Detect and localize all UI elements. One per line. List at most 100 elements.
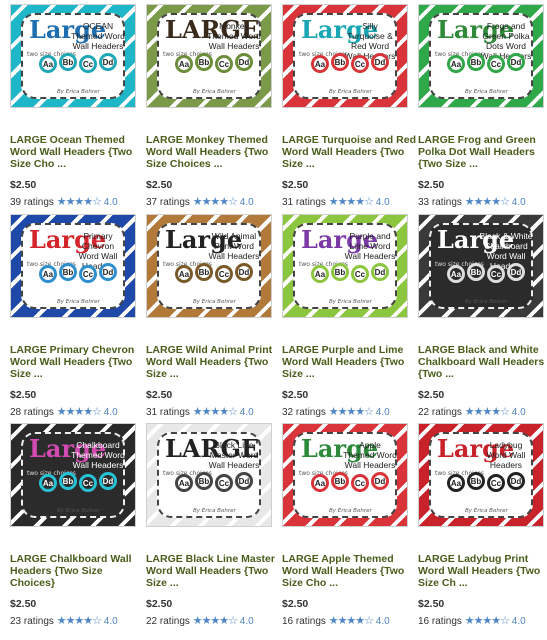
product-title-link[interactable]: LARGE Monkey Themed Word Wall Headers {T… — [146, 134, 280, 170]
letter-circle-dd: Dd — [371, 53, 389, 71]
product-ratings: 22 ratings ★★★★☆ 4.0 — [418, 405, 526, 418]
product-ratings: 31 ratings ★★★★☆ 4.0 — [282, 195, 390, 208]
thumbnail-author: By Erica Bohrer — [193, 299, 236, 305]
letter-circle-cc: Cc — [351, 265, 369, 283]
product-thumbnail[interactable]: Large Black & White Chalkboard Word Wall… — [418, 214, 544, 318]
product-card[interactable]: Large Frogs and Green Polka Dots Word Wa… — [418, 4, 544, 208]
letter-circle-dd: Dd — [99, 263, 117, 281]
product-price: $2.50 — [418, 598, 445, 610]
rating-score: 4.0 — [239, 197, 254, 208]
thumbnail-subtitle: Silly Turquoise & Red Word Wall Headers — [344, 21, 396, 61]
product-card[interactable]: Large Primary Chevron Word Wall Headers … — [10, 214, 136, 418]
product-thumbnail[interactable]: Large Ladybug Word Wall Headers two size… — [418, 423, 544, 527]
letter-circle-bb: Bb — [195, 472, 213, 490]
product-title-link[interactable]: LARGE Chalkboard Wall Headers {Two Size … — [10, 553, 144, 589]
product-price: $2.50 — [418, 179, 445, 191]
letter-circle-dd: Dd — [99, 472, 117, 490]
product-price: $2.50 — [10, 179, 37, 191]
product-card[interactable]: Large Apple Themed Word Wall Headers two… — [282, 423, 408, 627]
product-thumbnail[interactable]: LARGE Monkey Themed Word Wall Headers tw… — [146, 4, 272, 108]
product-price: $2.50 — [10, 389, 37, 401]
star-rating-icon: ★★★★☆ — [464, 406, 510, 418]
product-thumbnail[interactable]: Large Frogs and Green Polka Dots Word Wa… — [418, 4, 544, 108]
letter-circle-bb: Bb — [467, 263, 485, 281]
product-thumbnail[interactable]: Large Primary Chevron Word Wall Headers … — [10, 214, 136, 318]
thumbnail-label-card: Large Chalkboard Themed Word Wall Header… — [21, 432, 125, 518]
letter-circle-cc: Cc — [79, 265, 97, 283]
letter-circle-aa: Aa — [39, 474, 57, 492]
product-ratings: 32 ratings ★★★★☆ 4.0 — [282, 405, 390, 418]
product-title-link[interactable]: LARGE Primary Chevron Word Wall Headers … — [10, 344, 144, 380]
product-ratings: 28 ratings ★★★★☆ 4.0 — [10, 405, 118, 418]
product-title-link[interactable]: LARGE Wild Animal Print Word Wall Header… — [146, 344, 280, 380]
letter-circle-dd: Dd — [235, 53, 253, 71]
product-card[interactable]: Large OCEAN Themed Word Wall Headers two… — [10, 4, 136, 208]
letter-circle-bb: Bb — [195, 263, 213, 281]
letter-circle-aa: Aa — [447, 474, 465, 492]
letter-circle-dd: Dd — [371, 472, 389, 490]
product-card[interactable]: LARGE Monkey Themed Word Wall Headers tw… — [146, 4, 272, 208]
product-title-link[interactable]: LARGE Ocean Themed Word Wall Headers {Tw… — [10, 134, 144, 170]
product-card[interactable]: Large Chalkboard Themed Word Wall Header… — [10, 423, 136, 627]
thumbnail-author: By Erica Bohrer — [193, 508, 236, 514]
product-thumbnail[interactable]: LARGE Black Line Master Word Wall Header… — [146, 423, 272, 527]
product-price: $2.50 — [418, 389, 445, 401]
product-thumbnail[interactable]: Large OCEAN Themed Word Wall Headers two… — [10, 4, 136, 108]
thumbnail-label-card: Large Wild Animal Print Word Wall Header… — [157, 223, 261, 309]
letter-circle-aa: Aa — [311, 265, 329, 283]
thumbnail-subtitle: Black Line Master Word Wall Headers — [208, 440, 260, 470]
rating-score: 4.0 — [375, 407, 390, 418]
product-title-link[interactable]: LARGE Frog and Green Polka Dot Wall Head… — [418, 134, 547, 170]
product-title-link[interactable]: LARGE Turquoise and Red Word Wall Header… — [282, 134, 416, 170]
letter-circle-dd: Dd — [235, 472, 253, 490]
thumbnail-author: By Erica Bohrer — [465, 299, 508, 305]
product-title-link[interactable]: LARGE Apple Themed Word Wall Headers {Tw… — [282, 553, 416, 589]
thumbnail-subtitle: Apple Themed Word Wall Headers — [343, 440, 397, 470]
letter-circle-cc: Cc — [487, 474, 505, 492]
product-title-link[interactable]: LARGE Black Line Master Word Wall Header… — [146, 553, 280, 589]
ratings-count: 28 ratings — [10, 407, 54, 418]
product-card[interactable]: LARGE Black Line Master Word Wall Header… — [146, 423, 275, 627]
product-price: $2.50 — [146, 179, 173, 191]
letter-circle-aa: Aa — [39, 265, 57, 283]
product-thumbnail[interactable]: Large Silly Turquoise & Red Word Wall He… — [282, 4, 408, 108]
product-title-link[interactable]: LARGE Purple and Lime Word Wall Headers … — [282, 344, 416, 380]
product-title-link[interactable]: LARGE Ladybug Print Word Wall Headers {T… — [418, 553, 547, 589]
letter-circle-cc: Cc — [215, 55, 233, 73]
product-thumbnail[interactable]: Large Purple and Lime Word Wall Headers … — [282, 214, 408, 318]
product-thumbnail[interactable]: Large Wild Animal Print Word Wall Header… — [146, 214, 272, 318]
product-price: $2.50 — [146, 598, 173, 610]
rating-score: 4.0 — [239, 407, 254, 418]
letter-circle-aa: Aa — [175, 265, 193, 283]
star-rating-icon: ★★★★☆ — [56, 406, 102, 418]
product-ratings: 33 ratings ★★★★☆ 4.0 — [418, 195, 526, 208]
thumbnail-subtitle: Purple and Lime Word Wall Headers — [344, 231, 396, 261]
rating-score: 4.0 — [511, 197, 526, 208]
product-thumbnail[interactable]: Large Apple Themed Word Wall Headers two… — [282, 423, 408, 527]
thumbnail-label-card: LARGE Black Line Master Word Wall Header… — [157, 432, 261, 518]
rating-score: 4.0 — [103, 616, 118, 627]
star-rating-icon: ★★★★☆ — [192, 406, 238, 418]
star-rating-icon: ★★★★☆ — [464, 196, 510, 208]
product-card[interactable]: Large Purple and Lime Word Wall Headers … — [282, 214, 408, 418]
thumbnail-author: By Erica Bohrer — [329, 508, 372, 514]
product-card[interactable]: Large Silly Turquoise & Red Word Wall He… — [282, 4, 416, 208]
product-grid: Large OCEAN Themed Word Wall Headers two… — [0, 0, 547, 640]
thumbnail-author: By Erica Bohrer — [329, 89, 372, 95]
letter-circle-dd: Dd — [99, 53, 117, 71]
thumbnail-author: By Erica Bohrer — [329, 299, 372, 305]
product-title-link[interactable]: LARGE Black and White Chalkboard Wall He… — [418, 344, 547, 380]
letter-circle-bb: Bb — [59, 53, 77, 71]
letter-circle-aa: Aa — [175, 474, 193, 492]
letter-circle-bb: Bb — [195, 53, 213, 71]
product-card[interactable]: Large Wild Animal Print Word Wall Header… — [146, 214, 272, 418]
rating-score: 4.0 — [375, 616, 390, 627]
product-thumbnail[interactable]: Large Chalkboard Themed Word Wall Header… — [10, 423, 136, 527]
letter-circle-bb: Bb — [331, 263, 349, 281]
product-card[interactable]: Large Ladybug Word Wall Headers two size… — [418, 423, 544, 627]
ratings-count: 22 ratings — [146, 616, 190, 627]
product-price: $2.50 — [146, 389, 173, 401]
thumbnail-label-card: Large OCEAN Themed Word Wall Headers two… — [21, 13, 125, 99]
product-ratings: 23 ratings ★★★★☆ 4.0 — [10, 614, 118, 627]
product-card[interactable]: Large Black & White Chalkboard Word Wall… — [418, 214, 544, 418]
